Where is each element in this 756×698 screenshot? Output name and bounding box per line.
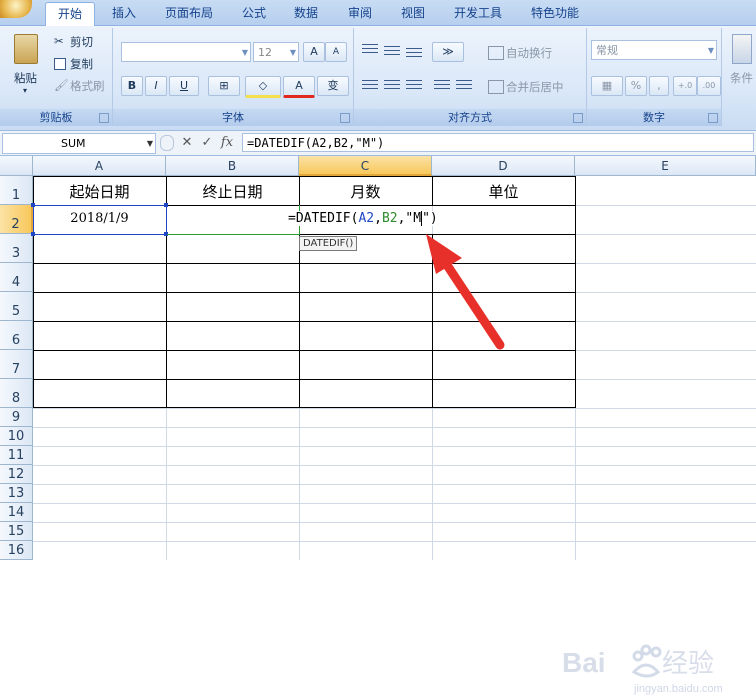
baidu-watermark-logo: Bai 经验 jingyan.baidu.com: [562, 644, 723, 695]
watermark-sub: jingyan.baidu.com: [633, 683, 723, 695]
red-arrow-shaft: [440, 257, 505, 350]
red-arrow-head: [426, 234, 462, 274]
annotation-arrow: [426, 234, 505, 350]
watermark-text-2: 经验: [662, 648, 714, 678]
watermark-text: Bai: [562, 647, 606, 678]
